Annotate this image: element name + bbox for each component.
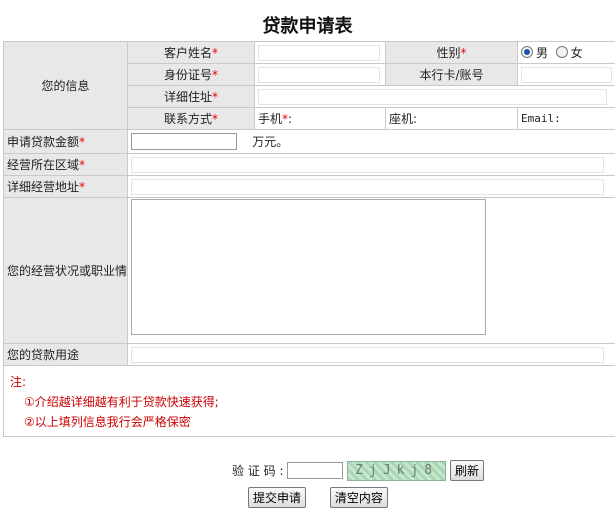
loan-amount-cell: 万元。 [127, 129, 615, 154]
id-number-label: 身份证号* [127, 63, 255, 86]
loan-purpose-label: 您的贷款用途 [3, 343, 128, 366]
note-item: ②以上填列信息我行会严格保密 [24, 415, 191, 429]
landline-cell[interactable]: 座机: [385, 107, 518, 130]
captcha-label: 验 证 码 : [232, 464, 284, 478]
email-cell[interactable]: Email: [517, 107, 615, 130]
notes: 注: ①介绍越详细越有利于贷款快速获得; ②以上填列信息我行会严格保密 [7, 367, 614, 436]
loan-purpose-cell[interactable] [127, 343, 615, 366]
bank-card-input[interactable] [521, 66, 613, 83]
gender-options: 男 女 [517, 41, 615, 64]
address-label: 详细住址* [127, 85, 255, 108]
captcha-input[interactable] [287, 462, 344, 479]
id-number-input[interactable] [258, 66, 380, 83]
business-address-cell[interactable] [127, 175, 615, 198]
address-input[interactable] [258, 88, 607, 105]
note-item: ①介绍越详细越有利于贷款快速获得; [24, 395, 219, 409]
gender-male-label[interactable]: 男 [536, 46, 548, 60]
captcha-refresh-button[interactable]: 刷新 [449, 460, 484, 481]
section-label: 您的信息 [3, 41, 128, 130]
submit-button[interactable]: 提交申请 [248, 487, 307, 508]
business-address-label: 详细经营地址* [3, 175, 128, 198]
address-cell[interactable] [254, 85, 615, 108]
notes-label: 注: [10, 375, 27, 389]
captcha-row: 验 证 码 : ZjJkj8 刷新 [232, 460, 484, 481]
business-area-label: 经营所在区域* [3, 153, 128, 176]
business-status-label: 您的经营状况或职业情况 [3, 197, 128, 344]
gender-female-label[interactable]: 女 [571, 46, 583, 60]
gender-female-radio[interactable] [555, 46, 568, 58]
loan-purpose-input[interactable] [131, 346, 605, 363]
business-area-cell[interactable] [127, 153, 615, 176]
contact-label: 联系方式* [127, 107, 255, 130]
customer-name-input[interactable] [258, 44, 380, 61]
business-area-input[interactable] [131, 156, 605, 173]
business-status-cell [127, 197, 615, 344]
mobile-cell[interactable]: 手机*: [254, 107, 386, 130]
customer-name-cell[interactable] [254, 41, 386, 64]
loan-application-form: 您的信息 客户姓名* 性别* 男 女 身份证号* 本行卡/账号 详细住址* 联系… [3, 41, 615, 437]
customer-name-label: 客户姓名* [127, 41, 255, 64]
business-status-textarea[interactable] [131, 199, 486, 335]
page-title: 贷款申请表 [262, 16, 353, 37]
clear-button[interactable]: 清空内容 [329, 487, 388, 508]
loan-amount-label: 申请贷款金额* [3, 129, 128, 154]
loan-amount-input[interactable] [131, 133, 237, 150]
bank-card-label: 本行卡/账号 [385, 63, 518, 86]
amount-unit: 万元。 [252, 135, 289, 149]
business-address-input[interactable] [131, 178, 605, 195]
bank-card-cell[interactable] [517, 63, 615, 86]
gender-label: 性别* [385, 41, 518, 64]
gender-male-radio[interactable] [521, 46, 533, 58]
captcha-image[interactable]: ZjJkj8 [347, 460, 447, 481]
id-number-cell[interactable] [254, 63, 386, 86]
action-buttons: 提交申请 清空内容 [248, 487, 408, 508]
notes-cell: 注: ①介绍越详细越有利于贷款快速获得; ②以上填列信息我行会严格保密 [3, 365, 615, 437]
